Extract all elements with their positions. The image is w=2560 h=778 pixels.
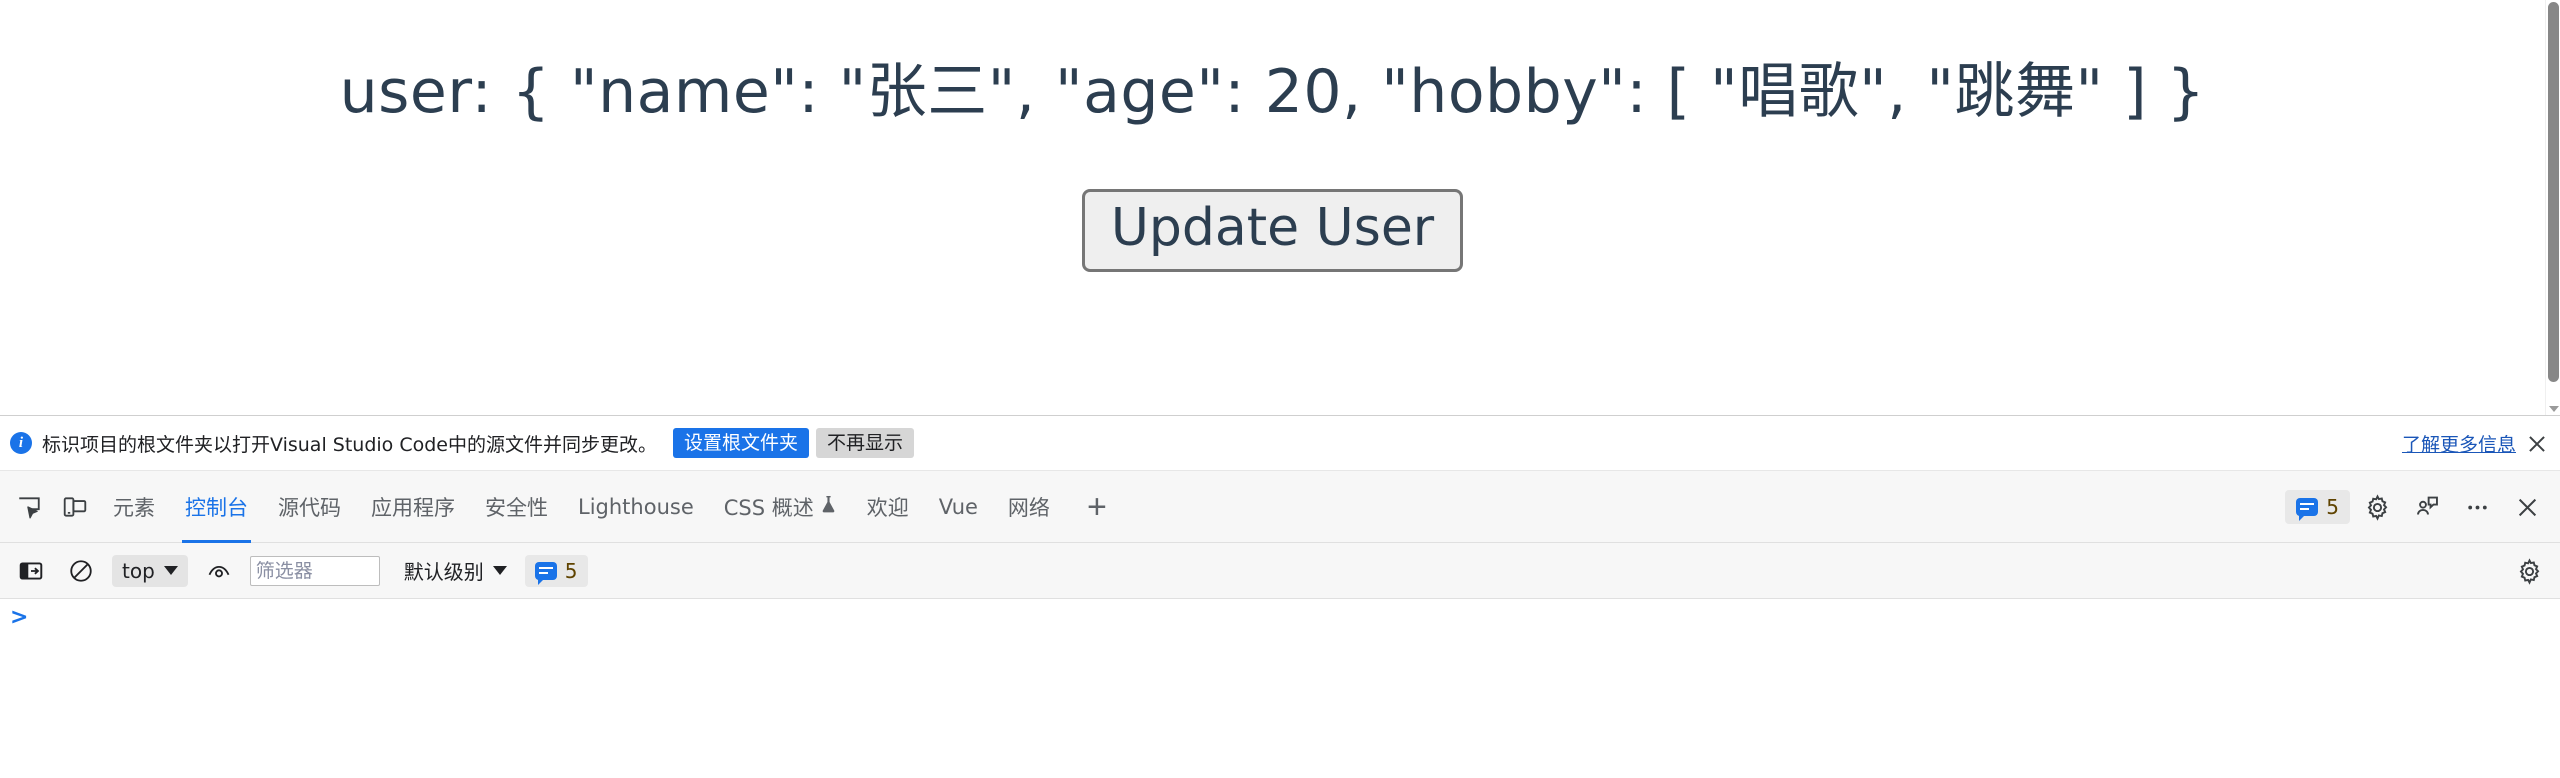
user-data-text: user: { "name": "张三", "age": 20, "hobby"… [339, 57, 2206, 127]
page-viewport: user: { "name": "张三", "age": 20, "hobby"… [0, 0, 2560, 415]
console-prompt-arrow-icon: > [10, 605, 29, 630]
message-bubble-icon [2296, 498, 2319, 521]
tab-label: 元素 [113, 495, 155, 520]
close-icon[interactable] [2528, 435, 2546, 453]
console-toolbar: top 默认级别 5 [0, 543, 2560, 599]
device-toolbar-icon[interactable] [55, 487, 95, 527]
tab-elements[interactable]: 元素 [98, 471, 170, 543]
experiment-flask-icon [820, 495, 837, 519]
tab-console[interactable]: 控制台 [170, 471, 263, 543]
tab-label: 控制台 [185, 495, 248, 520]
close-devtools-icon[interactable] [2507, 487, 2547, 527]
log-level-selector[interactable]: 默认级别 [396, 552, 515, 589]
tab-label: Vue [938, 494, 978, 519]
devtools-panel: i 标识项目的根文件夹以打开Visual Studio Code中的源文件并同步… [0, 415, 2560, 778]
update-user-button[interactable]: Update User [1081, 189, 1464, 273]
page-content: user: { "name": "张三", "age": 20, "hobby"… [0, 0, 2545, 415]
scrollbar-thumb[interactable] [2548, 2, 2559, 382]
console-message-count-badge[interactable]: 5 [524, 554, 588, 587]
tab-label: CSS 概述 [723, 495, 814, 520]
message-bubble-icon [534, 561, 557, 585]
tab-welcome[interactable]: 欢迎 [852, 471, 924, 543]
page-vertical-scrollbar[interactable] [2545, 0, 2560, 415]
chevron-down-icon [163, 566, 178, 575]
tab-label: 网络 [1007, 495, 1050, 520]
console-prompt-row[interactable]: > [0, 599, 2560, 633]
more-options-icon[interactable] [2457, 487, 2497, 527]
tab-css-overview[interactable]: CSS 概述 [709, 471, 852, 543]
notification-actions: 了解更多信息 [2402, 416, 2546, 471]
tab-lighthouse[interactable]: Lighthouse [563, 471, 709, 543]
feedback-icon[interactable] [2407, 487, 2447, 527]
scrollbar-down-arrow-icon[interactable] [2549, 406, 2559, 412]
dont-show-again-button[interactable]: 不再显示 [815, 428, 914, 458]
notification-message: 标识项目的根文件夹以打开Visual Studio Code中的源文件并同步更改… [42, 433, 657, 456]
tab-label: 应用程序 [371, 495, 455, 520]
filter-input[interactable] [249, 555, 380, 586]
console-sidebar-icon[interactable] [11, 551, 51, 591]
tab-network[interactable]: 网络 [993, 471, 1065, 543]
notification-bar: i 标识项目的根文件夹以打开Visual Studio Code中的源文件并同步… [0, 416, 2560, 471]
console-message-area: > [0, 599, 2560, 777]
devtools-tab-bar: 元素 控制台 源代码 应用程序 安全性 Lighthouse CSS 概述 欢迎 [0, 471, 2560, 543]
tab-label: 安全性 [485, 495, 548, 520]
console-input[interactable] [28, 607, 2560, 633]
tab-vue[interactable]: Vue [924, 471, 993, 543]
set-root-folder-button[interactable]: 设置根文件夹 [672, 428, 809, 458]
tab-label: 源代码 [278, 495, 341, 520]
message-count: 5 [564, 558, 578, 583]
chevron-down-icon [492, 566, 507, 575]
add-tab-button[interactable]: + [1077, 487, 1117, 527]
inspect-element-icon[interactable] [9, 487, 49, 527]
execution-context-selector[interactable]: top [112, 554, 188, 587]
tab-sources[interactable]: 源代码 [263, 471, 356, 543]
console-settings-gear-icon[interactable] [2510, 552, 2548, 590]
message-count-badge[interactable]: 5 [2285, 490, 2350, 524]
clear-console-icon[interactable] [61, 551, 101, 591]
tab-label: Lighthouse [578, 494, 694, 519]
tab-label: 欢迎 [866, 495, 909, 520]
settings-gear-icon[interactable] [2357, 487, 2397, 527]
eye-icon[interactable] [199, 551, 239, 591]
message-count: 5 [2326, 495, 2339, 519]
tab-application[interactable]: 应用程序 [356, 471, 470, 543]
tab-security[interactable]: 安全性 [470, 471, 563, 543]
devtools-tab-bar-actions: 5 [2285, 471, 2550, 543]
learn-more-link[interactable]: 了解更多信息 [2402, 430, 2516, 457]
info-icon: i [10, 432, 32, 454]
log-level-label: 默认级别 [403, 560, 484, 584]
execution-context-label: top [122, 558, 155, 583]
